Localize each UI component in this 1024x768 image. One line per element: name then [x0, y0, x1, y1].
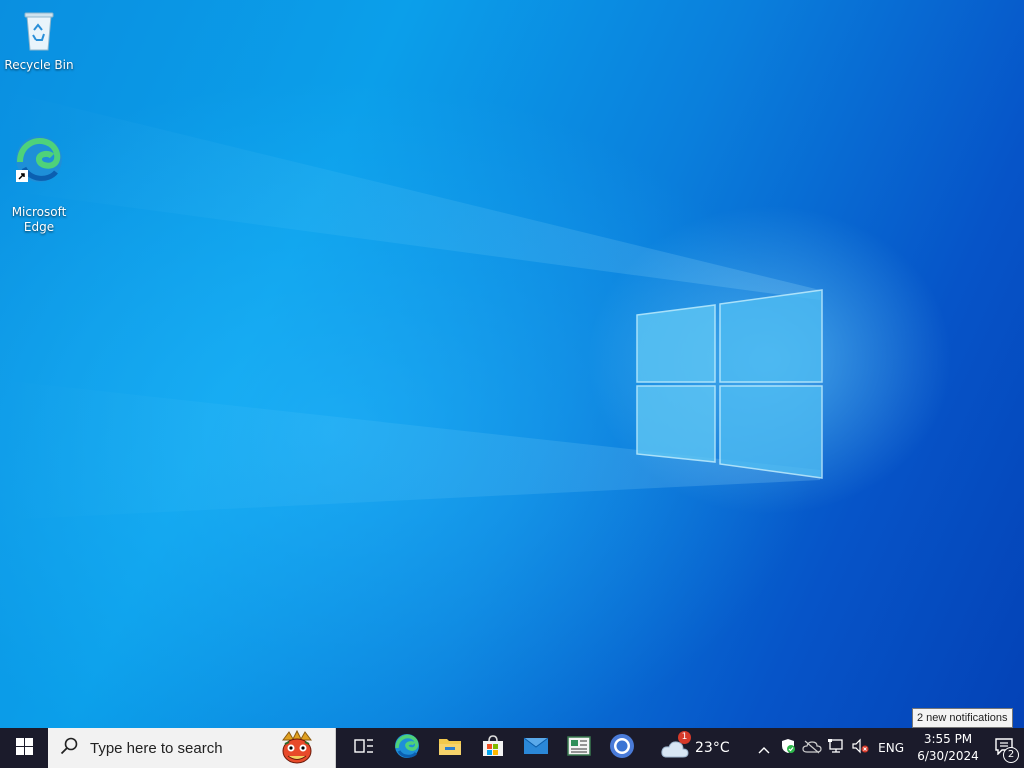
desktop-icon-recycle-bin[interactable]: Recycle Bin	[3, 8, 75, 73]
reader-icon	[566, 736, 591, 760]
search-highlight-icon[interactable]	[277, 729, 317, 768]
windows-logo-icon	[15, 737, 33, 759]
tray-onedrive[interactable]	[800, 728, 824, 768]
taskbar-reader[interactable]	[557, 728, 600, 768]
task-view-icon	[353, 737, 374, 759]
network-icon	[827, 738, 845, 758]
desktop-icon-label: Recycle Bin	[4, 58, 74, 72]
notification-tooltip: 2 new notifications	[912, 708, 1013, 728]
store-icon	[482, 735, 504, 761]
weather-badge: 1	[678, 731, 691, 744]
action-center-button[interactable]: 2	[984, 728, 1024, 768]
search-icon	[60, 737, 78, 759]
clock[interactable]: 3:55 PM 6/30/2024	[912, 731, 984, 765]
desktop-icon-microsoft-edge[interactable]: Microsoft Edge	[3, 104, 75, 235]
notification-count-badge: 2	[1003, 747, 1019, 763]
wallpaper-windows-logo	[636, 289, 823, 479]
desktop[interactable]: Recycle Bin Microsoft Edge	[0, 0, 1024, 728]
taskbar-task-view[interactable]	[342, 728, 385, 768]
search-box[interactable]: Type here to search	[48, 728, 336, 768]
tray-volume[interactable]	[848, 728, 872, 768]
taskbar-microsoft-store[interactable]	[471, 728, 514, 768]
mail-icon	[523, 736, 549, 760]
taskbar-file-explorer[interactable]	[428, 728, 471, 768]
taskbar-chrome[interactable]	[600, 728, 643, 768]
taskbar: Type here to search 1 23°C ENG 3:55 PM 6…	[0, 728, 1024, 768]
edge-icon	[394, 733, 420, 763]
system-tray: ENG 3:55 PM 6/30/2024 2	[752, 728, 1024, 768]
shield-icon	[780, 738, 796, 758]
show-hidden-icons-button[interactable]	[752, 728, 776, 768]
chrome-icon	[609, 733, 635, 763]
chevron-up-icon	[758, 739, 770, 758]
weather-temp: 23°C	[695, 740, 730, 756]
clock-date: 6/30/2024	[917, 749, 979, 763]
volume-muted-icon	[851, 738, 869, 758]
tray-network[interactable]	[824, 728, 848, 768]
edge-icon	[3, 119, 75, 188]
cloud-icon: 1	[661, 731, 691, 759]
weather-widget[interactable]: 1 23°C	[661, 731, 730, 759]
taskbar-mail[interactable]	[514, 728, 557, 768]
tray-security[interactable]	[776, 728, 800, 768]
search-placeholder: Type here to search	[90, 739, 223, 757]
taskbar-edge[interactable]	[385, 728, 428, 768]
input-language[interactable]: ENG	[878, 741, 904, 755]
cloud-off-icon	[802, 739, 822, 758]
start-button[interactable]	[0, 728, 48, 768]
wallpaper-beams	[0, 90, 823, 520]
folder-icon	[438, 736, 462, 760]
clock-time: 3:55 PM	[923, 732, 973, 746]
recycle-bin-icon	[3, 8, 75, 56]
desktop-icon-label: Microsoft Edge	[11, 205, 67, 234]
